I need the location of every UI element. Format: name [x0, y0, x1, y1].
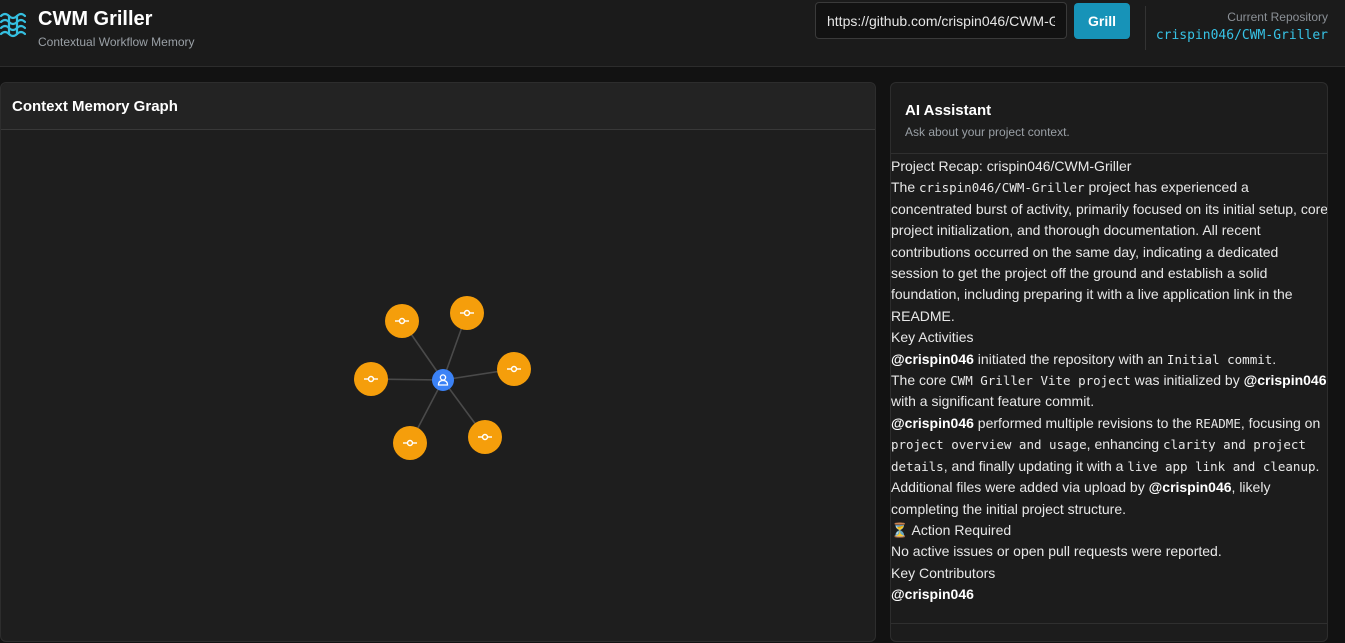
recap-intro: The crispin046/CWM-Griller project has e…: [891, 179, 1328, 324]
user-mention: @crispin046: [891, 414, 974, 431]
commit-node[interactable]: [450, 296, 484, 330]
grill-button[interactable]: Grill: [1074, 3, 1130, 39]
ai-assistant-header: AI Assistant Ask about your project cont…: [891, 83, 1327, 154]
activity-item: Additional files were added via upload b…: [891, 479, 1271, 517]
user-mention: @crispin046: [891, 586, 974, 603]
commit-node[interactable]: [393, 426, 427, 460]
commit-node[interactable]: [385, 304, 419, 338]
key-activities-heading: Key Activities: [891, 329, 974, 346]
current-repo-label: Current Repository: [1227, 10, 1328, 24]
context-memory-graph-panel: Context Memory Graph: [0, 82, 876, 642]
current-repo-value: crispin046/CWM-Griller: [1155, 28, 1328, 43]
action-required-text: No active issues or open pull requests w…: [891, 543, 1222, 560]
header-divider: [1145, 6, 1146, 50]
ai-input-divider: [891, 623, 1327, 624]
ai-assistant-panel: AI Assistant Ask about your project cont…: [890, 82, 1328, 642]
commit-node[interactable]: [354, 362, 388, 396]
action-required-heading: ⏳ Action Required: [891, 521, 1012, 538]
commit-node[interactable]: [497, 352, 531, 386]
user-mention: @crispin046: [891, 350, 974, 367]
user-mention: @crispin046: [1148, 479, 1232, 496]
ai-assistant-title: AI Assistant: [905, 102, 992, 119]
activity-item: The core CWM Griller Vite project was in…: [891, 372, 1327, 410]
activity-item: @crispin046 initiated the repository wit…: [891, 350, 1277, 367]
app-title: CWM Griller: [38, 8, 153, 30]
user-node[interactable]: [432, 369, 454, 391]
commit-node[interactable]: [468, 420, 502, 454]
top-bar: CWM Griller Contextual Workflow Memory G…: [0, 0, 1345, 67]
user-mention: @crispin046: [1243, 372, 1327, 389]
logo-icon: [0, 12, 26, 38]
assistant-message: Project Recap: crispin046/CWM-Griller Th…: [891, 156, 1328, 606]
graph-canvas[interactable]: [1, 83, 877, 643]
ai-assistant-subtitle: Ask about your project context.: [905, 125, 1070, 139]
contributor-item: @crispin046: [891, 584, 1327, 605]
activity-item: @crispin046 performed multiple revisions…: [891, 414, 1321, 474]
repo-code: crispin046/CWM-Griller: [919, 180, 1085, 196]
key-contributors-heading: Key Contributors: [891, 564, 996, 581]
app-subtitle: Contextual Workflow Memory: [38, 35, 195, 49]
repo-url-input[interactable]: [815, 2, 1067, 39]
recap-heading: Project Recap: crispin046/CWM-Griller: [891, 158, 1132, 174]
